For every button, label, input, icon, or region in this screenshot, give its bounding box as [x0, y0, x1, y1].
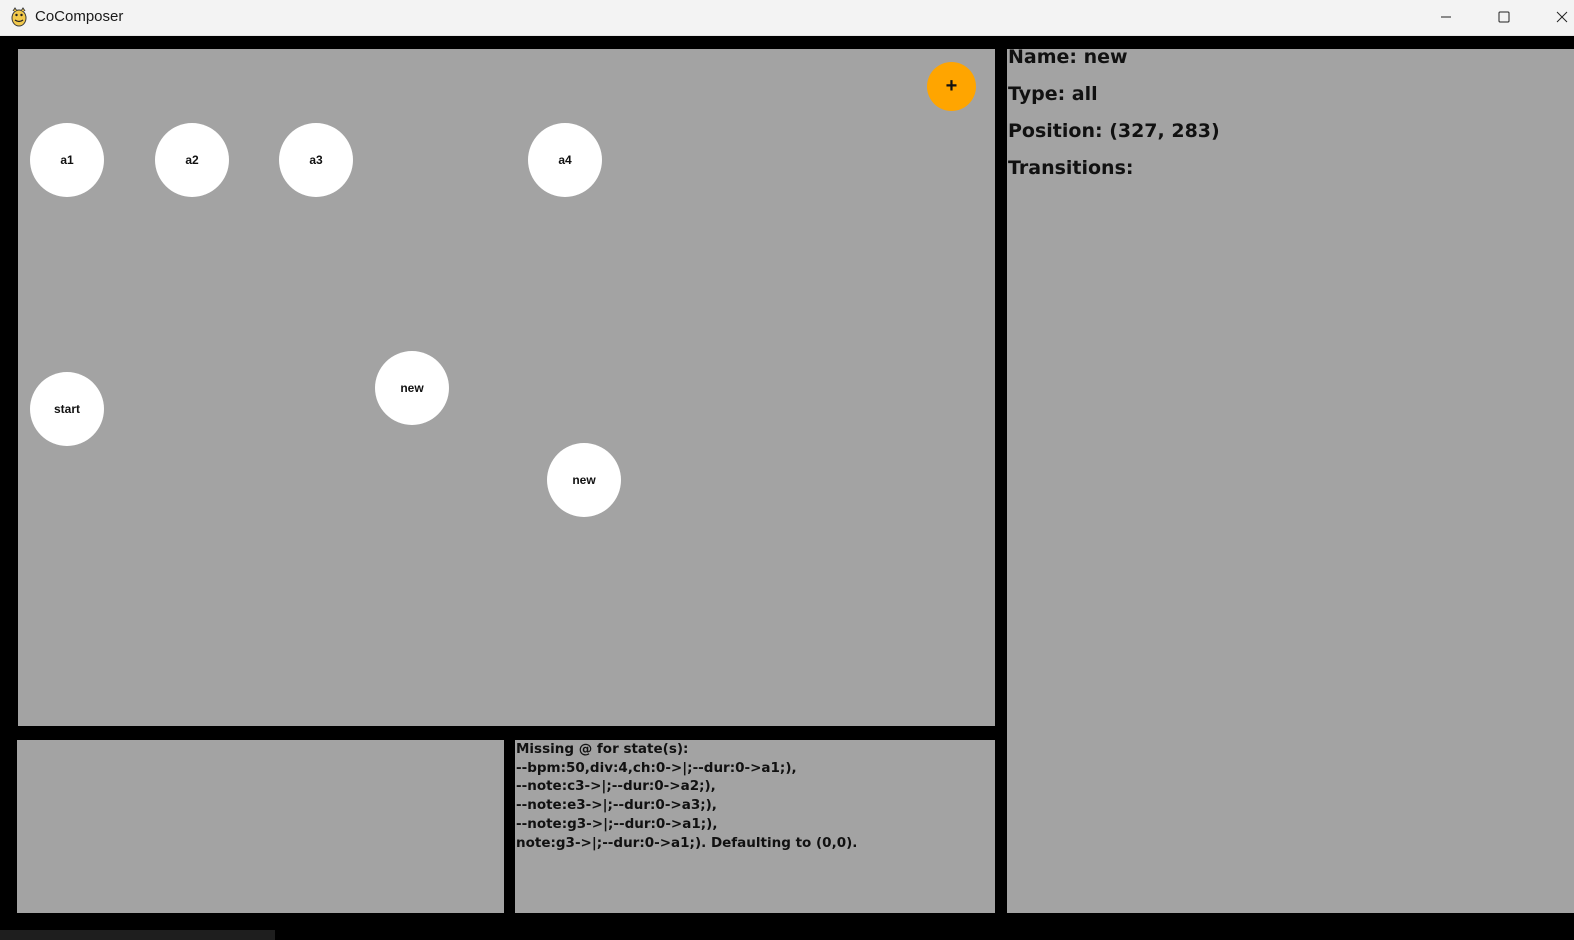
state-node-a1[interactable]: a1 — [30, 123, 104, 197]
add-state-button[interactable]: + — [927, 62, 976, 111]
state-node-label: new — [400, 381, 424, 395]
maximize-button[interactable] — [1476, 0, 1532, 34]
plus-icon: + — [945, 75, 958, 97]
close-button[interactable] — [1534, 0, 1574, 34]
state-node-label: a2 — [185, 153, 199, 167]
state-node-a2[interactable]: a2 — [155, 123, 229, 197]
log-panel: Missing @ for state(s): --bpm:50,div:4,c… — [515, 740, 995, 913]
log-line: --note:g3->|;--dur:0->a1;), — [516, 815, 718, 832]
state-canvas[interactable]: + a1 a2 a3 a4 start new new — [18, 49, 995, 726]
minimize-icon — [1440, 11, 1452, 23]
state-node-label: a4 — [558, 153, 572, 167]
state-node-new[interactable]: new — [547, 443, 621, 517]
log-line: note:g3->|;--dur:0->a1;). Defaulting to … — [516, 834, 858, 851]
state-node-label: start — [53, 402, 80, 416]
maximize-icon — [1498, 11, 1510, 23]
state-info-panel: Name: new Type: all Position: (327, 283)… — [1007, 46, 1574, 913]
input-panel[interactable] — [17, 740, 504, 913]
state-node-label: a3 — [309, 153, 323, 167]
log-line: --note:c3->|;--dur:0->a2;), — [516, 778, 716, 795]
log-messages: Missing @ for state(s): --bpm:50,div:4,c… — [516, 740, 857, 852]
state-type-label: Type: all — [1008, 83, 1098, 105]
state-node-new-selected[interactable]: new — [375, 351, 449, 425]
log-line: Missing @ for state(s): — [516, 741, 689, 757]
log-line: --note:e3->|;--dur:0->a3;), — [516, 797, 717, 814]
window-title: CoComposer — [35, 8, 124, 25]
state-node-a4[interactable]: a4 — [528, 123, 602, 197]
log-line: --bpm:50,div:4,ch:0->|;--dur:0->a1;), — [516, 759, 797, 776]
state-name-label: Name: new — [1008, 46, 1128, 68]
state-node-a3[interactable]: a3 — [279, 123, 353, 197]
close-icon — [1556, 11, 1568, 23]
state-position-label: Position: (327, 283) — [1008, 120, 1220, 142]
state-node-start[interactable]: start — [30, 372, 104, 446]
state-node-label: a1 — [60, 153, 74, 167]
scrollbar-strip — [0, 930, 275, 940]
state-node-label: new — [572, 473, 596, 487]
state-transitions-label: Transitions: — [1008, 157, 1134, 179]
python-snake-icon — [10, 7, 28, 27]
title-bar: CoComposer — [0, 0, 1574, 36]
minimize-button[interactable] — [1418, 0, 1474, 34]
